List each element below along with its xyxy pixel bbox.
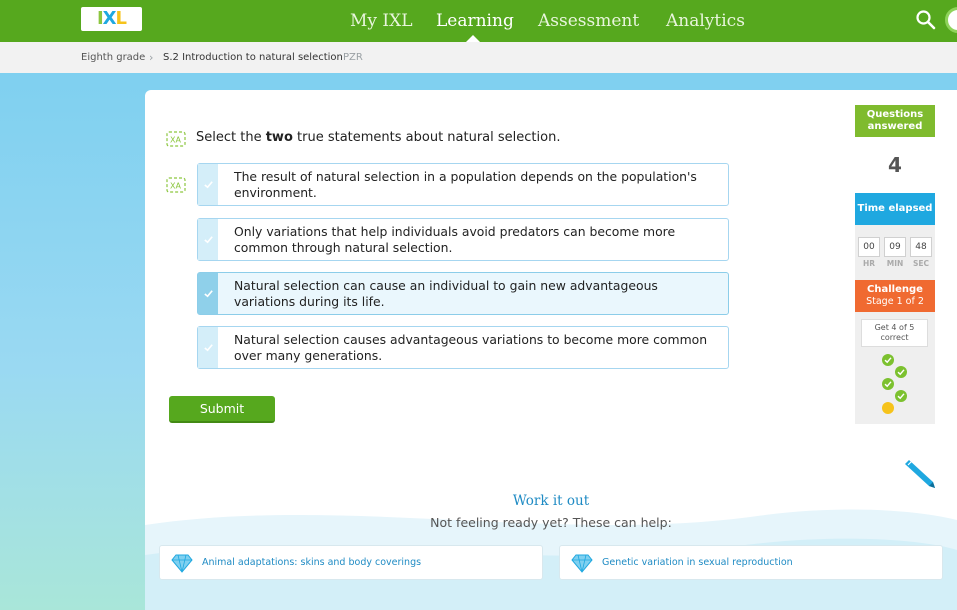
choice-text: The result of natural selection in a pop… — [234, 169, 697, 200]
logo-text: IXL — [96, 8, 127, 29]
question-prompt: Select the two true statements about nat… — [196, 130, 560, 145]
avatar[interactable] — [945, 7, 957, 33]
progress-dot-correct — [882, 354, 894, 366]
choice-text: Natural selection causes advantageous va… — [234, 332, 708, 363]
search-icon[interactable] — [914, 8, 938, 32]
related-skill-link-2[interactable]: Genetic variation in sexual reproduction — [559, 545, 943, 580]
check-icon — [897, 393, 905, 400]
choice-text: Only variations that help individuals av… — [234, 224, 676, 255]
checkbox-tab — [198, 327, 218, 368]
progress-sidebar: Questions answered 4 Time elapsed 00 09 … — [855, 105, 935, 424]
audio-icon[interactable]: XA — [166, 131, 186, 147]
question-suffix: true statements about natural selection. — [292, 130, 561, 145]
time-elapsed-label: Time elapsed — [855, 193, 935, 225]
question-prefix: Select the — [196, 130, 266, 145]
answer-choice-2[interactable]: Only variations that help individuals av… — [197, 218, 729, 261]
answer-choice-1[interactable]: The result of natural selection in a pop… — [197, 163, 729, 206]
checkbox-tab — [198, 164, 218, 205]
challenge-stage: Stage 1 of 2 — [866, 296, 924, 307]
answer-choice-4[interactable]: Natural selection causes advantageous va… — [197, 326, 729, 369]
svg-text:XA: XA — [170, 182, 181, 191]
check-icon — [884, 381, 892, 388]
choice-text: Natural selection can cause an individua… — [234, 278, 658, 309]
chevron-right-icon: › — [149, 51, 154, 64]
timer-minutes-label: MIN — [886, 259, 904, 268]
check-icon — [203, 344, 213, 352]
question-emphasis: two — [265, 130, 293, 145]
questions-answered-label: Questions answered — [855, 105, 935, 137]
check-icon — [897, 369, 905, 376]
skill-code: PZR — [343, 52, 363, 63]
check-icon — [203, 181, 213, 189]
timer-hours-label: HR — [862, 259, 876, 268]
check-icon — [203, 236, 213, 244]
timer-seconds-label: SEC — [912, 259, 930, 268]
work-it-out-subtitle: Not feeling ready yet? These can help: — [430, 515, 672, 530]
svg-text:XA: XA — [170, 136, 181, 145]
nav-analytics[interactable]: Analytics — [666, 0, 745, 42]
answer-choice-3[interactable]: Natural selection can cause an individua… — [197, 272, 729, 315]
progress-dot-correct — [895, 366, 907, 378]
active-nav-caret — [466, 35, 480, 42]
top-nav: IXL My IXL Learning Assessment Analytics — [0, 0, 957, 42]
diamond-icon — [571, 554, 593, 573]
checkbox-tab — [198, 273, 218, 314]
checkbox-tab — [198, 219, 218, 260]
pencil-icon[interactable] — [903, 456, 937, 490]
timer-minutes: 09 — [884, 237, 906, 257]
related-skill-label: Genetic variation in sexual reproduction — [602, 557, 793, 568]
audio-icon[interactable]: XA — [166, 177, 186, 193]
check-icon — [884, 357, 892, 364]
timer-seconds: 48 — [910, 237, 932, 257]
progress-dot-correct — [895, 390, 907, 402]
work-it-out-title: Work it out — [512, 493, 590, 509]
nav-my-ixl[interactable]: My IXL — [350, 0, 413, 42]
breadcrumb-grade[interactable]: Eighth grade — [81, 42, 145, 73]
challenge-label: Challenge — [867, 284, 923, 295]
progress-dot-correct — [882, 378, 894, 390]
check-icon — [203, 290, 213, 298]
diamond-icon — [171, 554, 193, 573]
breadcrumb: Eighth grade › S.2 Introduction to natur… — [0, 42, 957, 73]
submit-button[interactable]: Submit — [169, 396, 275, 423]
questions-answered-count: 4 — [855, 137, 935, 193]
breadcrumb-skill: S.2 Introduction to natural selection — [163, 52, 343, 63]
progress-dot-current — [882, 402, 894, 414]
challenge-header: Challenge Stage 1 of 2 — [855, 280, 935, 312]
nav-assessment[interactable]: Assessment — [538, 0, 639, 42]
related-skill-label: Animal adaptations: skins and body cover… — [202, 557, 422, 568]
challenge-goal: Get 4 of 5 correct — [861, 319, 928, 347]
related-skill-link-1[interactable]: Animal adaptations: skins and body cover… — [159, 545, 543, 580]
timer-hours: 00 — [858, 237, 880, 257]
ixl-logo[interactable]: IXL — [81, 7, 142, 31]
